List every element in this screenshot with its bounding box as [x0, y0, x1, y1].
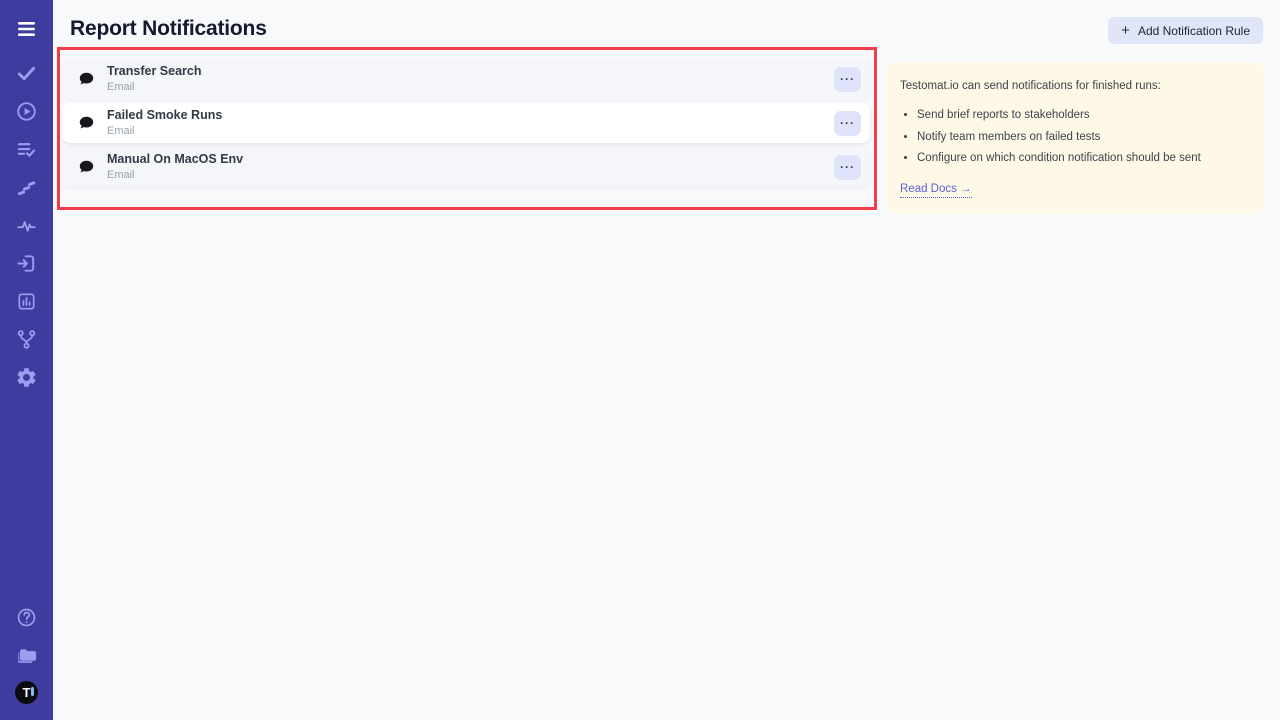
rule-channel: Email — [107, 81, 202, 93]
pulse-icon — [15, 214, 38, 237]
check-icon — [15, 62, 38, 85]
rule-title: Failed Smoke Runs — [107, 108, 222, 123]
rule-title: Manual On MacOS Env — [107, 152, 243, 167]
app-window: T Report Notifications + Add Notificatio… — [0, 0, 1280, 720]
notification-rule-row[interactable]: Manual On MacOS Env Email ··· — [62, 147, 870, 187]
row-menu-button[interactable]: ··· — [834, 67, 861, 92]
sidebar-item-analytics[interactable] — [13, 289, 41, 313]
help-icon — [15, 606, 38, 629]
sidebar-item-tests[interactable] — [13, 61, 41, 85]
folder-icon — [15, 643, 39, 667]
sidebar-item-import[interactable] — [13, 251, 41, 275]
chat-bubble-icon — [78, 71, 95, 88]
sidebar-item-projects[interactable] — [13, 643, 41, 667]
logo-letter: T — [23, 685, 31, 700]
rule-text: Transfer Search Email — [107, 64, 202, 93]
read-docs-link[interactable]: Read Docs → — [900, 182, 972, 198]
hamburger-icon — [14, 17, 39, 41]
rule-text: Manual On MacOS Env Email — [107, 152, 243, 181]
row-menu-button[interactable]: ··· — [834, 111, 861, 136]
info-bullet-list: Send brief reports to stakeholders Notif… — [900, 108, 1250, 165]
sidebar-item-runs[interactable] — [13, 99, 41, 123]
sidebar-item-settings[interactable] — [13, 365, 41, 389]
info-bullet: Send brief reports to stakeholders — [917, 108, 1250, 122]
sidebar-item-pulse[interactable] — [13, 213, 41, 237]
notification-rules-list: Transfer Search Email ··· Failed Smoke R… — [62, 59, 870, 191]
info-panel: Testomat.io can send notifications for f… — [886, 62, 1264, 214]
info-panel-intro: Testomat.io can send notifications for f… — [900, 79, 1250, 93]
run-list-icon — [15, 138, 38, 161]
notification-rule-row[interactable]: Transfer Search Email ··· — [62, 59, 870, 99]
gear-icon — [15, 366, 38, 389]
sidebar-item-help[interactable] — [13, 605, 41, 629]
menu-button[interactable] — [13, 17, 41, 41]
sidebar-item-branches[interactable] — [13, 327, 41, 351]
sidebar-item-milestones[interactable] — [13, 175, 41, 199]
rule-channel: Email — [107, 125, 222, 137]
chat-bubble-icon — [78, 115, 95, 132]
row-menu-button[interactable]: ··· — [834, 155, 861, 180]
account-button[interactable]: T — [13, 680, 41, 704]
rule-title: Transfer Search — [107, 64, 202, 79]
import-icon — [15, 252, 38, 275]
steps-icon — [15, 176, 38, 199]
notification-rule-row[interactable]: Failed Smoke Runs Email ··· — [62, 103, 870, 143]
page-title: Report Notifications — [70, 17, 267, 41]
plus-icon: + — [1121, 23, 1130, 38]
chat-bubble-icon — [78, 159, 95, 176]
add-notification-rule-button[interactable]: + Add Notification Rule — [1108, 17, 1263, 44]
sidebar: T — [0, 0, 53, 720]
bar-chart-icon — [15, 290, 38, 313]
info-bullet: Configure on which condition notificatio… — [917, 151, 1250, 165]
add-notification-rule-label: Add Notification Rule — [1138, 24, 1250, 38]
rule-text: Failed Smoke Runs Email — [107, 108, 222, 137]
info-bullet: Notify team members on failed tests — [917, 130, 1250, 144]
sidebar-item-run-plans[interactable] — [13, 137, 41, 161]
testomat-logo: T — [15, 681, 38, 704]
rule-channel: Email — [107, 169, 243, 181]
branch-icon — [15, 328, 38, 351]
play-circle-icon — [15, 100, 38, 123]
